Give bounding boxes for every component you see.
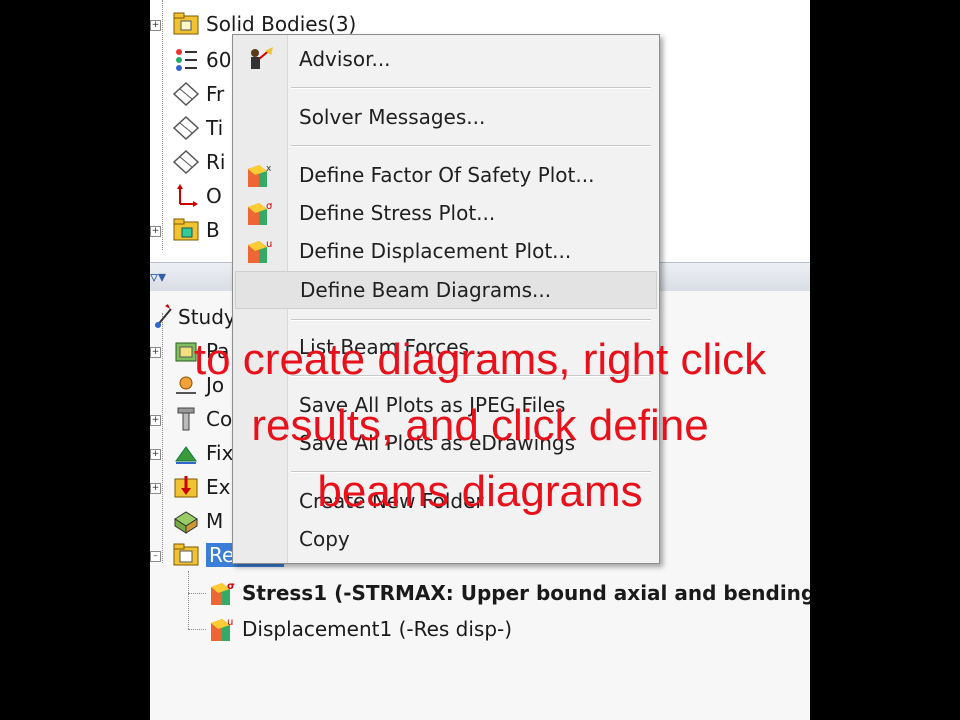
results-folder-icon xyxy=(172,541,200,569)
caption-line-3: beams diagrams xyxy=(317,467,643,516)
tree-line xyxy=(188,593,206,594)
tree-item-material[interactable]: 60 xyxy=(172,42,231,78)
svg-text:σ: σ xyxy=(227,581,235,592)
menu-item-advisor[interactable]: Advisor... xyxy=(233,41,657,77)
tree-line xyxy=(188,571,189,629)
svg-text:x: x xyxy=(266,164,272,174)
collapse-toggle[interactable]: – xyxy=(150,551,161,562)
menu-item-define-stress-plot[interactable]: σ Define Stress Plot... xyxy=(233,195,657,231)
stress-plot-icon: σ xyxy=(208,579,236,607)
svg-text:u: u xyxy=(227,617,233,628)
tree-line xyxy=(162,0,163,250)
displacement-plot-icon: u xyxy=(208,615,236,643)
expand-toggle[interactable]: + xyxy=(150,20,161,31)
svg-text:σ: σ xyxy=(266,201,273,212)
tree-item-study[interactable]: Study xyxy=(150,299,236,335)
menu-separator xyxy=(291,87,651,89)
menu-item-define-factor-of-safety-plot[interactable]: x Define Factor Of Safety Plot... xyxy=(233,157,657,193)
origin-icon xyxy=(172,182,200,210)
menu-separator xyxy=(291,145,651,147)
advisor-icon xyxy=(245,45,275,73)
tree-line xyxy=(188,629,206,630)
tree-item-label: Ti xyxy=(206,116,224,140)
menu-item-define-displacement-plot[interactable]: u Define Displacement Plot... xyxy=(233,233,657,269)
tree-item-label: Ri xyxy=(206,150,226,174)
caption-line-1: to create diagrams, right click xyxy=(193,335,767,384)
plane-icon xyxy=(172,80,200,108)
menu-separator xyxy=(291,319,651,321)
tree-item-stress1[interactable]: σ Stress1 (-STRMAX: Upper bound axial an… xyxy=(208,575,810,611)
tree-item-right-plane[interactable]: Ri xyxy=(172,144,225,180)
expand-toggle[interactable]: + xyxy=(150,226,161,237)
tree-item-label: B xyxy=(206,218,220,242)
stress-plot-icon: σ xyxy=(245,199,275,227)
tree-item-label: Stress1 (-STRMAX: Upper bound axial and … xyxy=(242,581,810,605)
tree-item-label: Fr xyxy=(206,82,225,106)
tree-item-label: Displacement1 (-Res disp-) xyxy=(242,617,513,641)
study-icon xyxy=(150,303,172,331)
menu-item-solver-messages[interactable]: Solver Messages... xyxy=(233,99,657,135)
menu-item-copy[interactable]: Copy xyxy=(233,521,657,557)
tree-item-origin[interactable]: O xyxy=(172,178,222,214)
folder-icon xyxy=(172,10,200,38)
tree-item-top-plane[interactable]: Ti xyxy=(172,110,223,146)
tree-item-label: 60 xyxy=(206,48,232,72)
filter-icon[interactable]: ▿▾ xyxy=(150,267,166,287)
plane-icon xyxy=(172,114,200,142)
plane-icon xyxy=(172,148,200,176)
tree-item-front-plane[interactable]: Fr xyxy=(172,76,224,112)
tree-item-displacement1[interactable]: u Displacement1 (-Res disp-) xyxy=(208,611,512,647)
tree-item-label: Study xyxy=(178,305,236,329)
displacement-plot-icon: u xyxy=(245,237,275,265)
material-icon xyxy=(172,46,200,74)
menu-item-define-beam-diagrams[interactable]: Define Beam Diagrams... xyxy=(235,271,657,309)
body-icon xyxy=(172,216,200,244)
tree-item-body[interactable]: B xyxy=(172,212,220,248)
caption-line-2: results, and click define xyxy=(251,401,709,450)
fos-plot-icon: x xyxy=(245,161,275,189)
tree-item-label: O xyxy=(206,184,222,208)
tree-item-label: Solid Bodies(3) xyxy=(206,12,357,36)
svg-text:u: u xyxy=(266,239,272,250)
